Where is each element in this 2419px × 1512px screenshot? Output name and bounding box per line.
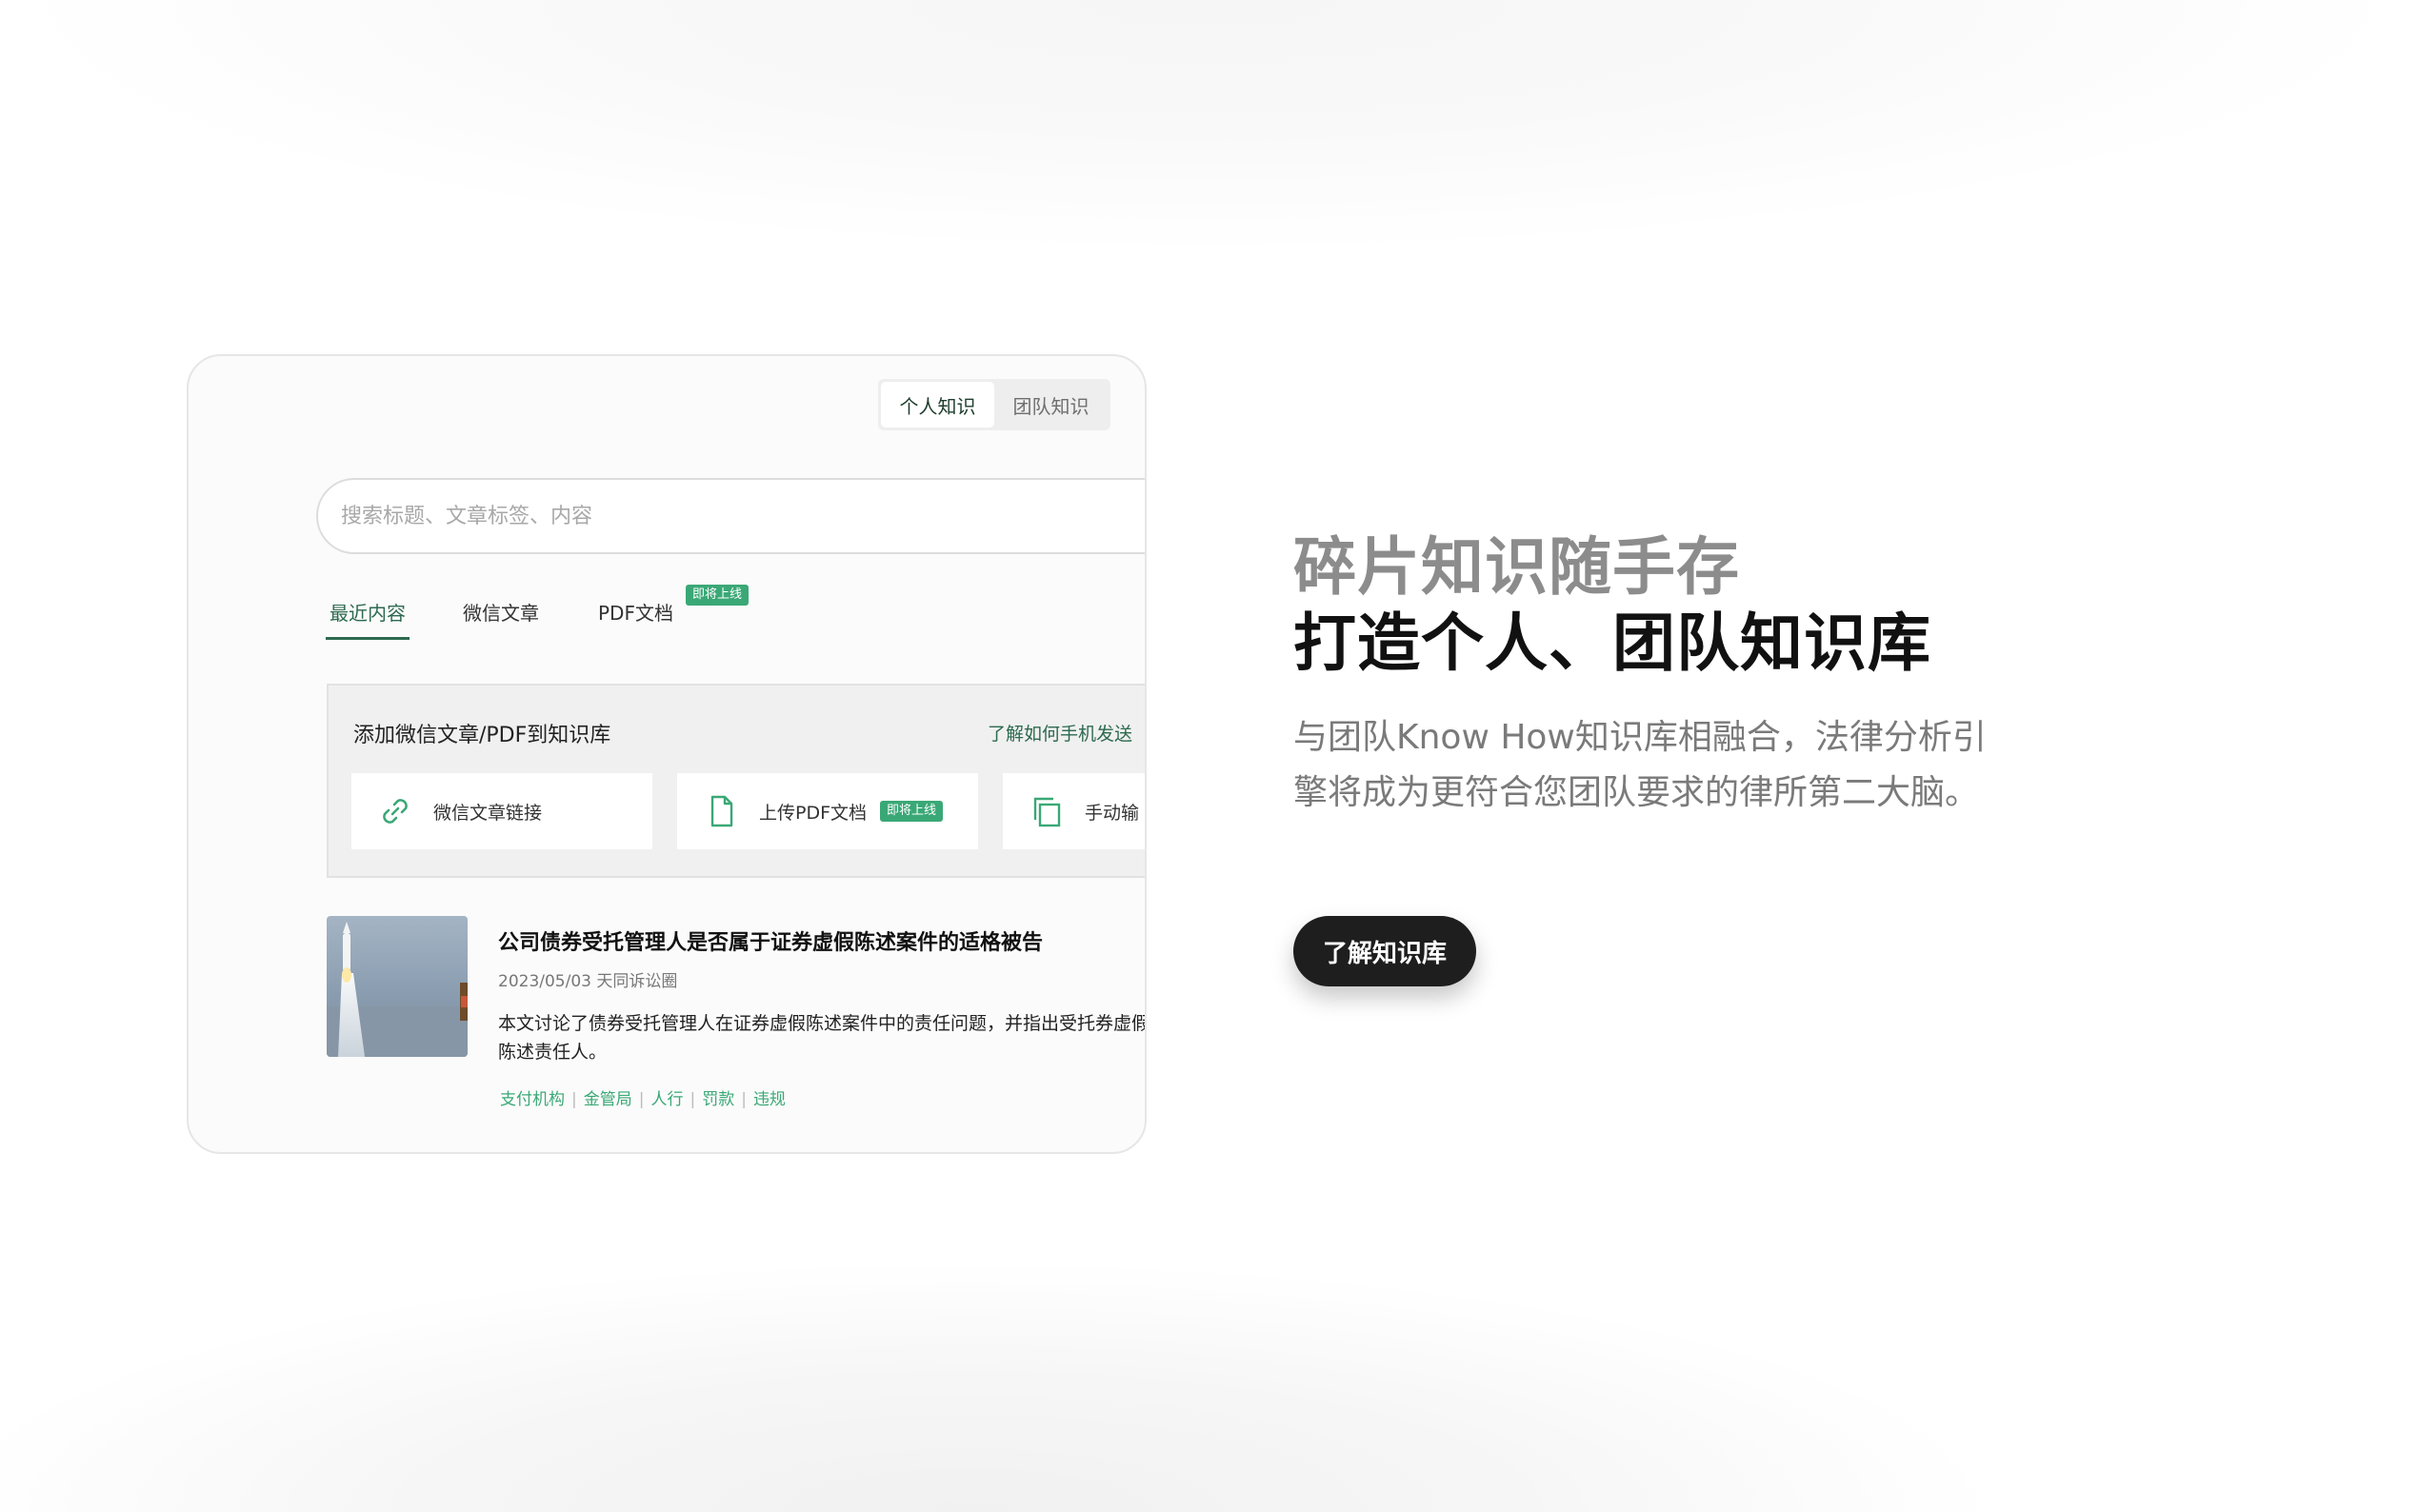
- wechat-link-label: 微信文章链接: [433, 802, 543, 824]
- tag-divider: |: [741, 1090, 747, 1109]
- copy-icon: [1028, 792, 1066, 830]
- tab-pdf-docs[interactable]: PDF文档: [594, 590, 677, 637]
- tab-recent[interactable]: 最近内容: [326, 590, 410, 640]
- add-content-panel: 添加微信文章/PDF到知识库 了解如何手机发送 微信文章链接 上传PDF文档 即…: [327, 684, 1145, 878]
- article-list-item[interactable]: 公司债券受托管理人是否属于证券虚假陈述案件的适格被告 2023/05/03 天同…: [327, 916, 1147, 1125]
- tab-personal-knowledge[interactable]: 个人知识: [881, 382, 994, 428]
- article-thumbnail: [327, 916, 468, 1057]
- tag-item[interactable]: 违规: [753, 1090, 786, 1109]
- tag-divider: |: [690, 1090, 696, 1109]
- search-input[interactable]: [339, 503, 1086, 529]
- tab-team-knowledge[interactable]: 团队知识: [994, 382, 1108, 428]
- learn-knowledge-base-button[interactable]: 了解知识库: [1293, 916, 1476, 986]
- headline-primary: 打造个人、团队知识库: [1293, 607, 1931, 680]
- knowledge-scope-switch: 个人知识 团队知识: [878, 379, 1110, 430]
- article-meta: 2023/05/03 天同诉讼圈: [498, 972, 678, 991]
- document-icon: [702, 792, 740, 830]
- top-shade: [0, 0, 2419, 257]
- tag-divider: |: [638, 1090, 645, 1109]
- upload-pdf-label: 上传PDF文档: [759, 802, 868, 824]
- knowledge-mockup-card: 个人知识 团队知识 最近内容 微信文章 PDF文档 即将上线 添加微信文章/PD…: [187, 354, 1147, 1154]
- article-title[interactable]: 公司债券受托管理人是否属于证券虚假陈述案件的适格被告: [498, 925, 1043, 956]
- upload-pdf-button[interactable]: 上传PDF文档 即将上线: [677, 773, 978, 849]
- tag-divider: |: [571, 1090, 577, 1109]
- article-tags: 支付机构 | 金管局 | 人行 | 罚款 | 违规: [500, 1085, 786, 1109]
- tab-pdf-label: PDF文档: [598, 602, 673, 625]
- coming-soon-badge: 即将上线: [880, 801, 944, 822]
- mobile-send-help-link[interactable]: 了解如何手机发送: [988, 720, 1132, 746]
- tag-item[interactable]: 金管局: [584, 1090, 632, 1109]
- add-panel-title: 添加微信文章/PDF到知识库: [353, 724, 611, 747]
- content-tabs: 最近内容 微信文章 PDF文档 即将上线: [326, 585, 992, 647]
- coming-soon-badge: 即将上线: [686, 585, 750, 606]
- manual-input-label: 手动输: [1085, 802, 1140, 824]
- bottom-shade: [0, 1266, 2419, 1512]
- add-wechat-link-button[interactable]: 微信文章链接: [351, 773, 652, 849]
- tag-item[interactable]: 支付机构: [500, 1090, 565, 1109]
- tab-wechat-articles[interactable]: 微信文章: [459, 590, 543, 637]
- tag-item[interactable]: 罚款: [702, 1090, 734, 1109]
- page: 个人知识 团队知识 最近内容 微信文章 PDF文档 即将上线 添加微信文章/PD…: [0, 0, 2419, 1512]
- link-icon: [376, 792, 414, 830]
- article-summary: 本文讨论了债券受托管理人在证券虚假陈述案件中的责任问题，并指出受托券虚假陈述责任…: [498, 1013, 1147, 1063]
- search-bar: [316, 478, 1145, 554]
- manual-input-button[interactable]: 手动输: [1003, 773, 1145, 849]
- tag-item[interactable]: 人行: [650, 1090, 683, 1109]
- feature-description: 与团队Know How知识库相融合，法律分析引擎将成为更符合您团队要求的律所第二…: [1293, 718, 1987, 812]
